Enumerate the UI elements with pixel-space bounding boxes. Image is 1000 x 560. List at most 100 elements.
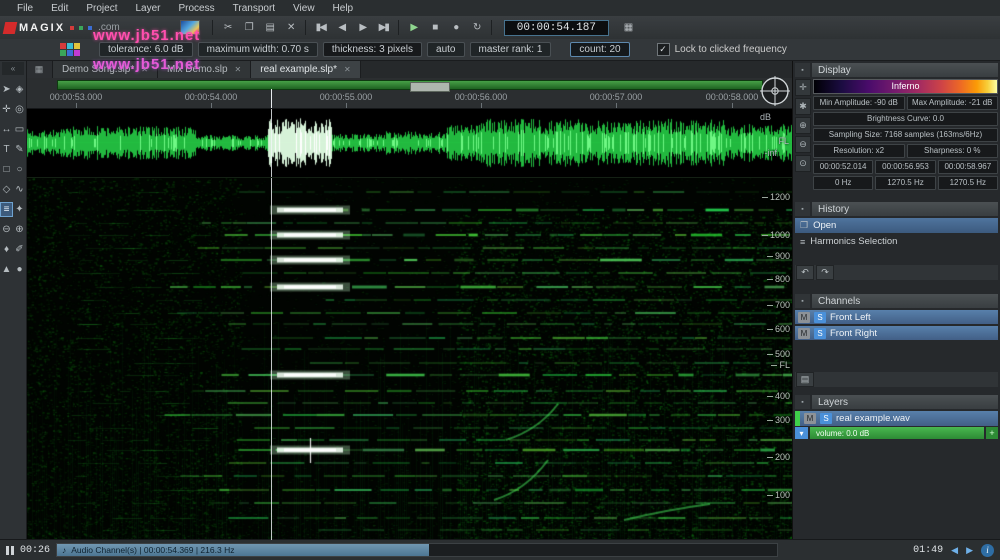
add-layer-button[interactable]: + bbox=[986, 427, 998, 439]
info-icon[interactable]: i bbox=[981, 543, 994, 557]
spectrogram-canvas[interactable] bbox=[26, 178, 793, 542]
thickness-field[interactable]: thickness: 3 pixels bbox=[322, 42, 423, 57]
menu-transport[interactable]: Transport bbox=[224, 3, 284, 14]
playback-scroll-fill[interactable]: ♪ Audio Channel(s) | 00:00:54.369 | 216.… bbox=[57, 544, 430, 556]
brush-select-tool[interactable]: ◇ bbox=[1, 183, 12, 196]
zoom-out-button[interactable]: ⊖ bbox=[795, 136, 811, 153]
close-icon[interactable]: ✕ bbox=[141, 65, 148, 74]
palette-collapse-button[interactable]: « bbox=[2, 62, 24, 75]
channels-collapse-button[interactable]: ▪ bbox=[795, 294, 810, 308]
menu-view[interactable]: View bbox=[284, 3, 324, 14]
brightness-curve-field[interactable]: Brightness Curve: 0.0 bbox=[813, 112, 998, 126]
menu-project[interactable]: Project bbox=[77, 3, 126, 14]
cut-button[interactable]: ✂ bbox=[217, 19, 238, 36]
layer-mute-button[interactable]: M bbox=[804, 413, 816, 424]
rect-select-tool[interactable]: □ bbox=[1, 163, 12, 176]
zoom-in-button[interactable]: ⊕ bbox=[795, 117, 811, 134]
layers-collapse-button[interactable]: ▪ bbox=[795, 395, 810, 409]
view-settings-button[interactable]: ✱ bbox=[795, 98, 811, 115]
max-amplitude-field[interactable]: Max Amplitude: -21 dB bbox=[906, 96, 998, 110]
time-end-field[interactable]: 00:00:58.967 bbox=[937, 160, 998, 174]
menu-layer[interactable]: Layer bbox=[126, 3, 169, 14]
reset-view-button[interactable]: ⊙ bbox=[795, 155, 811, 172]
history-collapse-button[interactable]: ▪ bbox=[795, 202, 810, 216]
brush-tool[interactable]: ✐ bbox=[14, 243, 25, 256]
pause-icon[interactable] bbox=[6, 545, 14, 555]
stop-button[interactable]: ■ bbox=[424, 19, 445, 36]
channel-mute-button[interactable]: M bbox=[798, 327, 810, 339]
time-cursor-field[interactable]: 00:00:56.953 bbox=[875, 160, 936, 174]
freq-high-field[interactable]: 1270.5 Hz bbox=[937, 176, 998, 190]
select-tool[interactable]: ➤ bbox=[1, 83, 12, 96]
copy-button[interactable]: ❐ bbox=[238, 19, 259, 36]
menu-help[interactable]: Help bbox=[324, 3, 363, 14]
ruler-playhead-marker[interactable] bbox=[271, 89, 272, 108]
maximum-width-field[interactable]: maximum width: 0.70 s bbox=[197, 42, 318, 57]
layer-row[interactable]: M S real example.wav bbox=[795, 411, 998, 426]
playback-scrollbar[interactable]: ♪ Audio Channel(s) | 00:00:54.369 | 216.… bbox=[56, 543, 778, 557]
skip-start-button[interactable]: ▮◀ bbox=[310, 19, 331, 36]
channel-solo-button[interactable]: S bbox=[814, 327, 826, 339]
loop-button[interactable]: ↻ bbox=[466, 19, 487, 36]
spray-tool[interactable]: ● bbox=[14, 263, 25, 276]
lock-frequency-checkbox[interactable]: ✓ bbox=[656, 43, 670, 56]
skip-end-button[interactable]: ▶▮ bbox=[373, 19, 394, 36]
tab-demo-song[interactable]: Demo Song.slp* ✕ bbox=[53, 60, 158, 78]
waveform-canvas[interactable] bbox=[26, 109, 793, 177]
channel-row[interactable]: M S Front Right bbox=[795, 326, 998, 340]
timeline-scrollbar[interactable] bbox=[57, 80, 763, 92]
record-button[interactable]: ● bbox=[445, 19, 466, 36]
count-field[interactable]: count: 20 bbox=[570, 42, 630, 57]
move-tool[interactable]: ↔ bbox=[1, 123, 12, 136]
magic-wand-tool[interactable]: ✦ bbox=[14, 203, 25, 216]
prev-view-button[interactable]: ◀ bbox=[951, 545, 958, 556]
eraser-tool[interactable]: ⊖ bbox=[1, 223, 12, 236]
tab-real-example[interactable]: real example.slp* ✕ bbox=[251, 60, 361, 78]
freq-cursor-field[interactable]: 1270.5 Hz bbox=[875, 176, 936, 190]
frequency-select-tool[interactable]: ∿ bbox=[14, 183, 25, 196]
menu-file[interactable]: File bbox=[8, 3, 42, 14]
lasso-select-tool[interactable]: ○ bbox=[14, 163, 25, 176]
tab-list-button[interactable]: ▦ bbox=[26, 60, 53, 78]
playhead-line[interactable] bbox=[271, 178, 272, 540]
next-view-button[interactable]: ▶ bbox=[966, 545, 973, 556]
undo-button[interactable]: ↶ bbox=[796, 265, 814, 280]
auto-toggle[interactable]: auto bbox=[427, 42, 465, 57]
close-icon[interactable]: ✕ bbox=[235, 65, 242, 74]
channel-row[interactable]: M S Front Left bbox=[795, 310, 998, 324]
freq-low-field[interactable]: 0 Hz bbox=[813, 176, 874, 190]
time-start-field[interactable]: 00:00:52.014 bbox=[813, 160, 874, 174]
layer-solo-button[interactable]: S bbox=[820, 413, 832, 424]
timeline-scroll-thumb[interactable] bbox=[410, 82, 450, 92]
resolution-field[interactable]: Resolution: x2 bbox=[813, 144, 905, 158]
sampling-size-field[interactable]: Sampling Size: 7168 samples (163ms/6Hz) bbox=[813, 128, 998, 142]
play-button[interactable]: ▶ bbox=[403, 19, 424, 36]
pan-compass-control[interactable] bbox=[758, 74, 792, 108]
paste-button[interactable]: ▤ bbox=[259, 19, 280, 36]
transform-tool[interactable]: ◈ bbox=[14, 83, 25, 96]
history-item[interactable]: ❐ Open bbox=[795, 218, 998, 233]
timeline-ruler[interactable]: 00:00:53.000 00:00:54.000 00:00:55.000 00:0… bbox=[26, 78, 793, 109]
history-item[interactable]: ≡ Harmonics Selection bbox=[795, 234, 998, 249]
frame-tool[interactable]: ▭ bbox=[14, 123, 25, 136]
pan-view-button[interactable]: ✛ bbox=[795, 79, 811, 96]
tab-mix-demo[interactable]: Mix Demo.slp ✕ bbox=[157, 60, 252, 78]
tolerance-field[interactable]: tolerance: 6.0 dB bbox=[99, 42, 193, 57]
hand-tool[interactable]: ✛ bbox=[1, 103, 12, 116]
layer-volume-slider[interactable]: volume: 0.0 dB bbox=[810, 427, 984, 439]
display-collapse-button[interactable]: ▪ bbox=[795, 63, 810, 77]
pin-tool[interactable]: ▲ bbox=[1, 263, 12, 276]
redo-button[interactable]: ↷ bbox=[816, 265, 834, 280]
colormap-dropdown[interactable]: Inferno bbox=[813, 79, 998, 94]
zoom-tool[interactable]: ◎ bbox=[14, 103, 25, 116]
grid-button[interactable]: ▦ bbox=[617, 19, 638, 36]
delete-button[interactable]: ✕ bbox=[280, 19, 301, 36]
sharpness-field[interactable]: Sharpness: 0 % bbox=[906, 144, 998, 158]
stamp-tool[interactable]: ♦ bbox=[1, 243, 12, 256]
harmonics-select-tool[interactable]: ≡ bbox=[0, 202, 13, 217]
menu-edit[interactable]: Edit bbox=[42, 3, 77, 14]
min-amplitude-field[interactable]: Min Amplitude: -90 dB bbox=[813, 96, 905, 110]
menu-process[interactable]: Process bbox=[170, 3, 224, 14]
playhead-line[interactable] bbox=[271, 109, 272, 177]
playhead-time-display[interactable]: 00:00:54.187 bbox=[503, 19, 609, 36]
